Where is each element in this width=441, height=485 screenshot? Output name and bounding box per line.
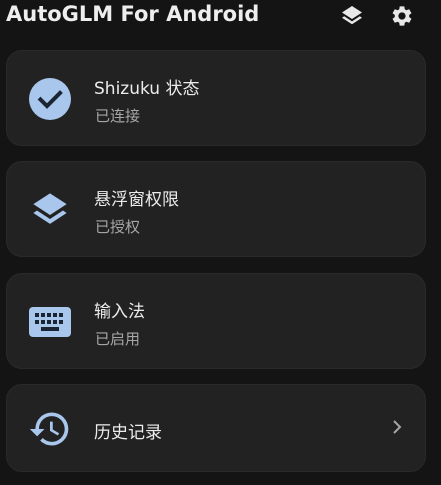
input-method-card[interactable]: 输入法 已启用 xyxy=(6,273,426,369)
chevron-right-icon xyxy=(393,420,402,434)
card-title: 悬浮窗权限 xyxy=(94,190,179,210)
chevron-button[interactable] xyxy=(391,419,403,439)
card-status: 已启用 xyxy=(95,330,141,348)
history-icon xyxy=(29,412,69,446)
card-status: 已授权 xyxy=(95,218,141,236)
layers-icon xyxy=(33,193,67,224)
card-icon xyxy=(27,187,73,233)
layers-button[interactable] xyxy=(339,3,365,29)
card-title: 输入法 xyxy=(94,302,145,322)
app-title: AutoGLM For Android xyxy=(6,2,260,26)
card-title: 历史记录 xyxy=(94,423,162,443)
settings-button[interactable] xyxy=(389,3,415,29)
card-title: Shizuku 状态 xyxy=(94,79,200,99)
card-icon xyxy=(27,299,73,345)
app-header: AutoGLM For Android xyxy=(0,0,441,36)
history-card[interactable]: 历史记录 xyxy=(6,384,426,472)
overlay-permission-card[interactable]: 悬浮窗权限 已授权 xyxy=(6,161,426,257)
shizuku-status-card[interactable]: Shizuku 状态 已连接 xyxy=(6,50,426,146)
card-icon xyxy=(27,406,73,452)
card-icon xyxy=(27,76,73,122)
check-circle-icon xyxy=(29,78,71,120)
card-status: 已连接 xyxy=(95,107,141,125)
keyboard-icon xyxy=(29,307,71,337)
layers-icon xyxy=(342,6,362,25)
gear-icon xyxy=(392,6,412,26)
